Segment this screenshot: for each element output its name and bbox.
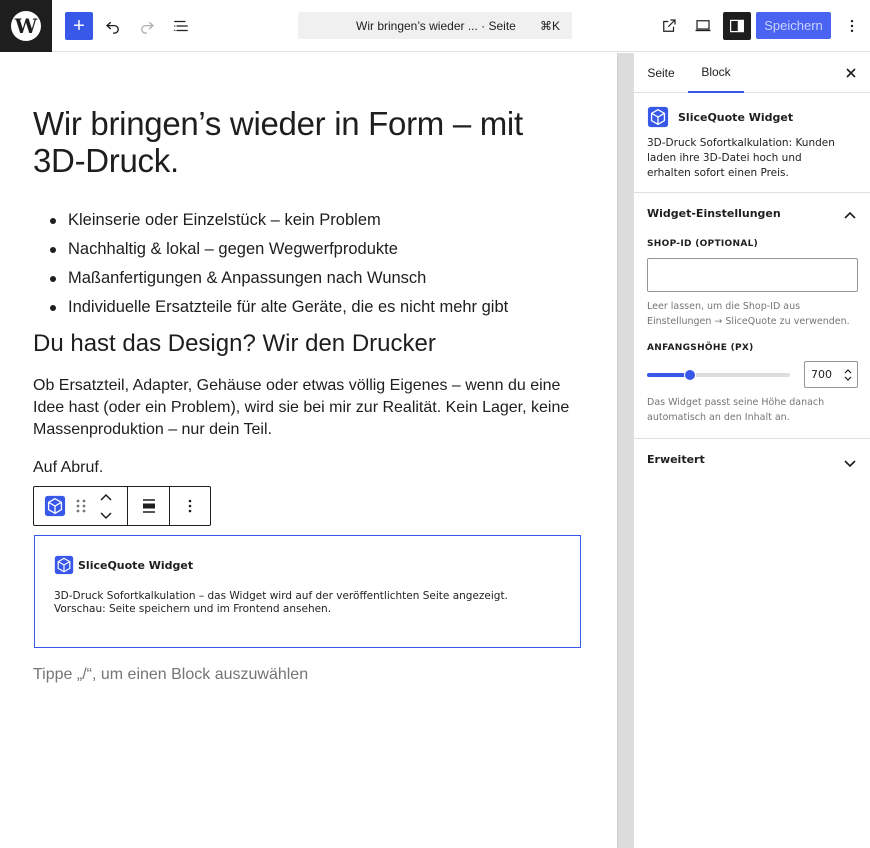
- move-up-button[interactable]: [94, 487, 118, 506]
- panel-title-settings[interactable]: Widget-Einstellungen: [647, 207, 781, 220]
- widget-title: SliceQuote Widget: [78, 559, 194, 572]
- block-toolbar: [33, 486, 211, 526]
- close-sidebar-button[interactable]: [842, 64, 860, 82]
- drag-handle[interactable]: [72, 487, 90, 525]
- list-item[interactable]: Nachhaltig & lokal – gegen Wegwerfproduk…: [33, 235, 508, 264]
- list-view-icon: [174, 20, 188, 32]
- options-button[interactable]: [838, 12, 866, 40]
- chevron-up-icon[interactable]: [844, 206, 856, 224]
- scrollbar[interactable]: [617, 53, 633, 848]
- subheading-block[interactable]: Du hast das Design? Wir den Drucker: [33, 330, 436, 358]
- settings-sidebar: Seite Block SliceQuote Widget 3D-Druck S…: [634, 53, 870, 848]
- document-title: Wir bringen’s wieder ... · Seite: [356, 19, 516, 33]
- wordpress-logo-button[interactable]: W: [0, 0, 52, 52]
- external-link-icon: [663, 19, 676, 32]
- redo-button[interactable]: [133, 12, 161, 40]
- widget-description-line: 3D-Druck Sofortkalkulation – das Widget …: [54, 590, 508, 602]
- tab-block[interactable]: Block: [688, 53, 744, 93]
- align-wide-icon: [142, 499, 155, 513]
- list-item[interactable]: Maßanfertigungen & Anpassungen nach Wuns…: [33, 264, 508, 293]
- preview-button[interactable]: [689, 12, 717, 40]
- more-vertical-icon: [850, 19, 854, 33]
- more-vertical-icon: [188, 499, 192, 513]
- slicequote-widget-block[interactable]: SliceQuote Widget 3D-Druck Sofortkalkula…: [34, 535, 581, 648]
- slider-thumb[interactable]: [683, 369, 696, 381]
- spinner-icon[interactable]: [843, 365, 853, 385]
- sidebar-icon: [730, 19, 744, 33]
- shop-id-help: Leer lassen, um die Shop-ID aus Einstell…: [647, 301, 850, 327]
- height-help: Das Widget passt seine Höhe danach autom…: [647, 397, 825, 423]
- block-card: SliceQuote Widget 3D-Druck Sofortkalkula…: [634, 93, 870, 193]
- list-item[interactable]: Individuelle Ersatzteile für alte Geräte…: [33, 293, 508, 322]
- block-options-button[interactable]: [170, 487, 210, 525]
- height-value: 700: [811, 368, 832, 381]
- document-overview-button[interactable]: [167, 12, 195, 40]
- height-number-input[interactable]: 700: [804, 361, 858, 388]
- height-slider[interactable]: [647, 369, 790, 381]
- redo-icon: [141, 21, 155, 34]
- tab-page[interactable]: Seite: [634, 53, 688, 93]
- widget-description-line: Vorschau: Seite speichern und im Fronten…: [54, 603, 332, 615]
- chevron-up-icon: [100, 493, 112, 501]
- align-button[interactable]: [128, 487, 169, 525]
- desktop-icon: [695, 20, 711, 32]
- heading-block[interactable]: Wir bringen’s wieder in Form – mit 3D-Dr…: [33, 105, 573, 179]
- view-page-button[interactable]: [655, 12, 683, 40]
- undo-button[interactable]: [99, 12, 127, 40]
- wordpress-icon: W: [11, 11, 41, 41]
- block-type-button[interactable]: [42, 487, 68, 525]
- move-down-button[interactable]: [94, 506, 118, 525]
- chevron-down-icon[interactable]: [844, 455, 856, 473]
- shortcut-hint: ⌘K: [539, 19, 560, 33]
- list-block[interactable]: Kleinserie oder Einzelstück – kein Probl…: [33, 206, 508, 322]
- command-palette-button[interactable]: Wir bringen’s wieder ... · Seite ⌘K: [298, 12, 572, 39]
- paragraph-block-short[interactable]: Auf Abruf.: [33, 459, 103, 477]
- block-card-title: SliceQuote Widget: [678, 111, 794, 124]
- cube-icon: [54, 555, 74, 580]
- list-item[interactable]: Kleinserie oder Einzelstück – kein Probl…: [33, 206, 508, 235]
- cube-icon: [44, 495, 66, 517]
- block-appender-placeholder[interactable]: Tippe „/“, um einen Block auszuwählen: [33, 666, 308, 684]
- editor-header: W + Wir bringen’s wieder ... · Seite ⌘K …: [0, 0, 870, 52]
- block-card-description: 3D-Druck Sofortkalkulation: Kunden laden…: [647, 137, 835, 179]
- cube-icon: [647, 106, 669, 133]
- drag-icon: [76, 499, 86, 513]
- widget-description: 3D-Druck Sofortkalkulation – das Widget …: [54, 590, 508, 616]
- shop-id-input[interactable]: [647, 258, 858, 292]
- close-icon: [846, 68, 856, 78]
- widget-settings-panel: Widget-Einstellungen SHOP-ID (OPTIONAL) …: [634, 193, 870, 439]
- panel-title-advanced[interactable]: Erweitert: [647, 453, 705, 466]
- shop-id-label: SHOP-ID (OPTIONAL): [647, 239, 759, 249]
- settings-toggle-button[interactable]: [723, 12, 751, 40]
- undo-icon: [105, 21, 119, 34]
- save-button[interactable]: Speichern: [756, 12, 831, 39]
- sidebar-tabs: Seite Block: [634, 53, 870, 93]
- advanced-panel[interactable]: Erweitert: [634, 439, 870, 483]
- height-label: ANFANGSHÖHE (PX): [647, 343, 754, 353]
- block-inserter-button[interactable]: +: [65, 12, 93, 40]
- plus-icon: +: [73, 15, 85, 37]
- paragraph-block[interactable]: Ob Ersatzteil, Adapter, Gehäuse oder etw…: [33, 375, 578, 441]
- chevron-down-icon: [100, 511, 112, 519]
